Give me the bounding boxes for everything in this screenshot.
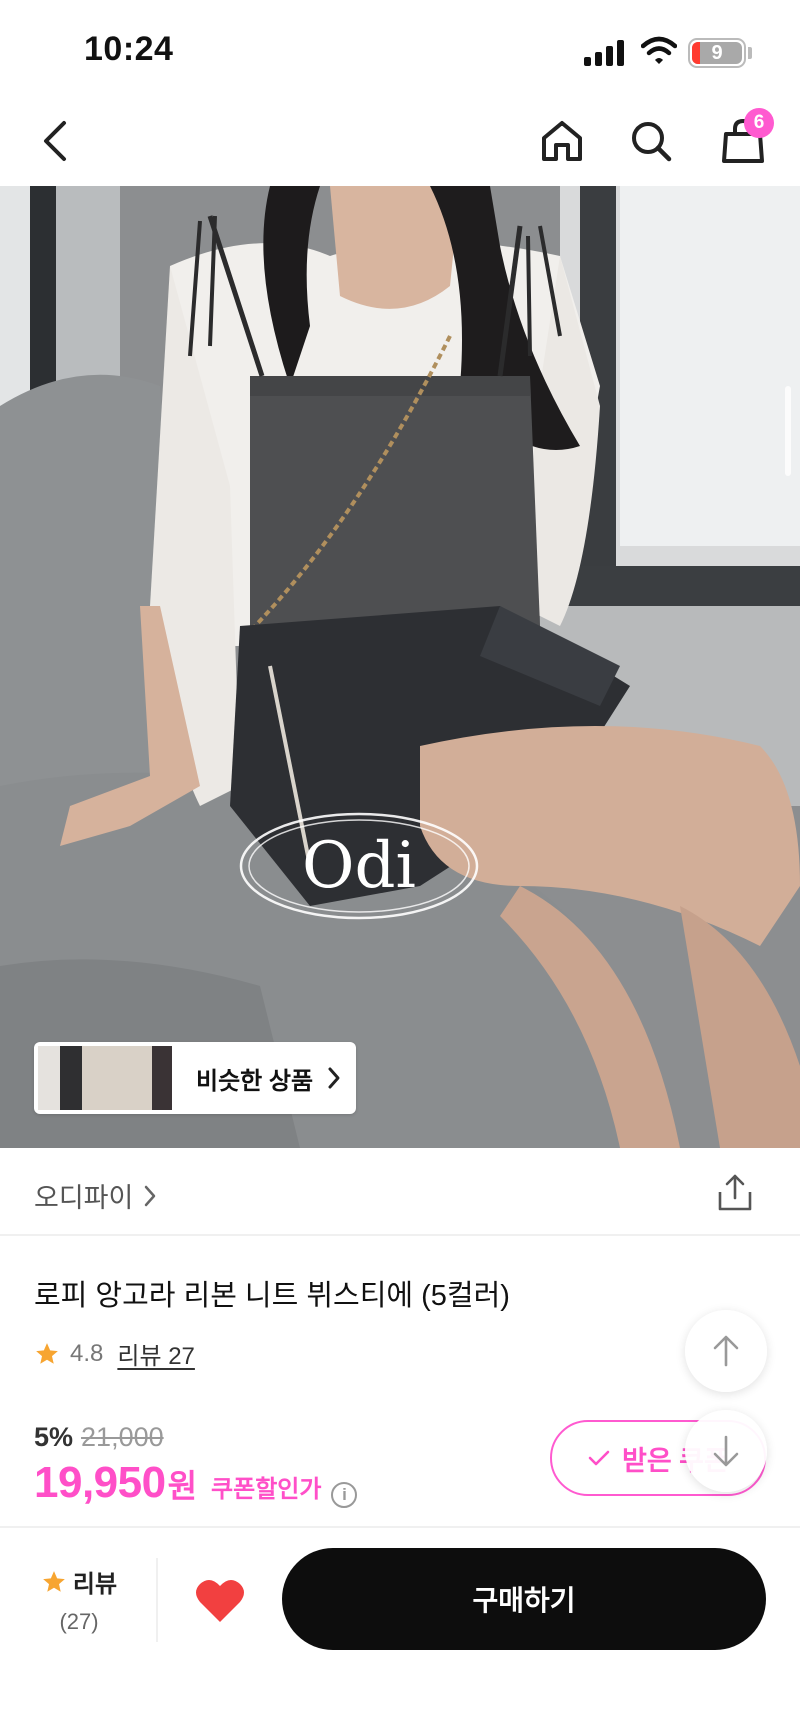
image-scroll-indicator <box>785 386 791 476</box>
sale-price: 19,950 <box>34 1458 166 1507</box>
battery-icon: 9 <box>688 38 746 68</box>
battery-level: 9 <box>692 42 742 64</box>
chevron-left-icon <box>44 121 66 161</box>
share-icon[interactable] <box>716 1172 754 1212</box>
status-time: 10:24 <box>84 30 174 68</box>
seller-row: 오디파이 <box>0 1148 800 1236</box>
home-icon <box>542 121 582 161</box>
home-button[interactable] <box>537 116 587 166</box>
check-icon <box>588 1450 610 1466</box>
coupon-price-label: 쿠폰할인가 <box>211 1476 322 1503</box>
buy-button[interactable]: 구매하기 <box>282 1548 766 1650</box>
similar-thumbnails <box>38 1046 172 1110</box>
review-count: (27) <box>59 1609 99 1634</box>
similar-thumbnail <box>152 1046 172 1110</box>
search-icon <box>632 122 672 162</box>
top-nav <box>0 100 800 186</box>
price-row: 19,950 원 쿠폰할인가 i <box>34 1458 358 1508</box>
product-image[interactable] <box>0 186 800 1148</box>
product-detail-screen: 10:24 9 6 Odi 비슷한 상품 오디파이 로피 앙고라 리본 니트 뷔… <box>0 0 800 1732</box>
wifi-icon <box>641 36 677 64</box>
divider <box>156 1558 158 1642</box>
review-link[interactable]: 리뷰 27 <box>117 1336 195 1371</box>
bottom-action-bar: 리뷰 (27) 구매하기 <box>0 1526 800 1732</box>
seller-name: 오디파이 <box>34 1183 134 1213</box>
arrow-up-icon <box>713 1335 739 1367</box>
back-button[interactable] <box>30 116 80 166</box>
similar-products-button[interactable]: 비슷한 상품 <box>34 1042 356 1114</box>
chevron-right-icon <box>145 1185 156 1206</box>
review-summary-button[interactable]: 리뷰 (27) <box>38 1564 120 1635</box>
heart-icon[interactable] <box>192 1572 248 1628</box>
similar-products-label: 비슷한 상품 <box>196 1067 314 1095</box>
scroll-top-button[interactable] <box>685 1310 767 1392</box>
star-icon <box>43 1570 65 1592</box>
similar-thumbnail <box>82 1046 152 1110</box>
similar-thumbnail <box>60 1046 82 1110</box>
info-icon[interactable]: i <box>331 1482 358 1508</box>
cellular-signal-icon <box>584 40 624 66</box>
cart-count-badge: 6 <box>744 108 774 138</box>
product-title: 로피 앙고라 리본 니트 뷔스티에 (5컬러) <box>34 1280 510 1312</box>
review-summary-top: 리뷰 <box>38 1564 120 1599</box>
currency-unit: 원 <box>167 1468 198 1504</box>
status-bar: 10:24 9 <box>0 0 800 100</box>
review-label: 리뷰 <box>72 1571 118 1598</box>
original-price: 21,000 <box>81 1422 164 1452</box>
seller-link[interactable]: 오디파이 <box>34 1176 157 1215</box>
scroll-bottom-button[interactable] <box>685 1410 767 1492</box>
discount-rate: 5% <box>34 1422 74 1452</box>
product-photo <box>0 186 800 1148</box>
similar-thumbnail <box>38 1046 60 1110</box>
rating-row: 4.8 리뷰 27 <box>34 1336 195 1371</box>
rating-value: 4.8 <box>70 1339 104 1367</box>
search-button[interactable] <box>626 116 676 166</box>
price-original-row: 5% 21,000 <box>34 1422 164 1453</box>
star-icon <box>36 1342 58 1364</box>
brand-watermark: Odi <box>234 806 484 926</box>
watermark-text: Odi <box>302 829 416 903</box>
arrow-down-icon <box>713 1435 739 1467</box>
chevron-right-icon <box>328 1067 340 1089</box>
battery-nub <box>748 47 752 59</box>
